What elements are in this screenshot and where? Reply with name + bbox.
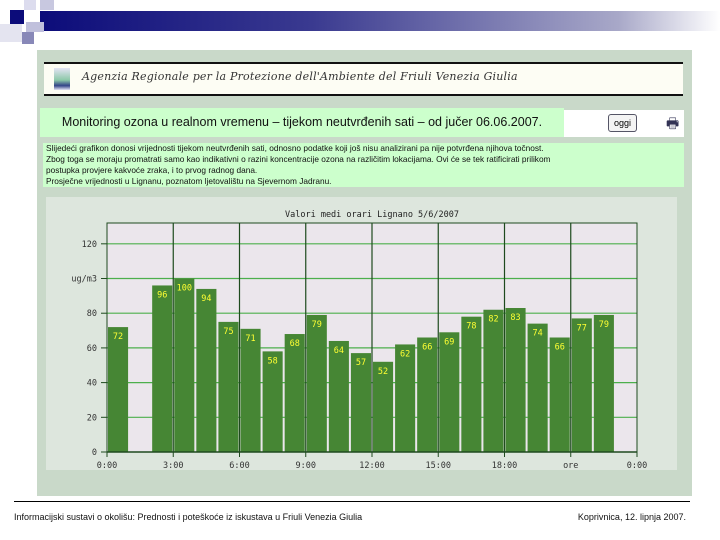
bar-value-label: 58 <box>268 356 278 366</box>
bar <box>505 308 526 452</box>
y-tick-label: 120 <box>82 240 97 250</box>
printer-icon[interactable]: 🖶 <box>666 113 679 137</box>
chart-title: Valori medi orari Lignano 5/6/2007 <box>285 210 459 220</box>
bar <box>461 316 482 452</box>
bar <box>395 344 416 452</box>
decor-square <box>24 0 36 10</box>
bar <box>108 327 129 452</box>
toolbar: oggi 🖶 <box>564 110 684 137</box>
x-tick-label: 6:00 <box>229 461 249 470</box>
bar-value-label: 69 <box>444 337 454 347</box>
x-tick-label: 0:00 <box>97 461 117 470</box>
x-tick-label: 15:00 <box>425 461 451 470</box>
title-gradient-bar <box>40 11 720 31</box>
footer-right: Koprivnica, 12. lipnja 2007. <box>577 512 686 522</box>
bar <box>439 332 460 452</box>
bar-value-label: 83 <box>510 313 520 323</box>
x-tick-label: 3:00 <box>163 461 183 470</box>
bar <box>262 351 283 452</box>
bar <box>483 309 504 452</box>
y-tick-label: 20 <box>87 413 97 423</box>
bar-value-label: 68 <box>290 339 300 349</box>
bar <box>196 288 217 452</box>
ozone-bar-chart: Valori medi orari Lignano 5/6/2007 0 20 40 6… <box>71 210 647 470</box>
bar-value-label: 57 <box>356 358 366 368</box>
bar-value-label: 77 <box>577 323 587 333</box>
bar-value-label: 96 <box>157 290 167 300</box>
y-tick-label: ug/m3 <box>71 275 97 285</box>
bar <box>549 337 570 452</box>
x-tick-label: ore <box>563 461 578 470</box>
bar <box>152 285 173 452</box>
description-line: Slijedeći grafikon donosi vrijednosti ti… <box>46 143 544 153</box>
agency-name: Agenzia Regionale per la Protezione dell… <box>82 70 518 83</box>
description-line: postupka provjere kakvoće zraka, i to pr… <box>46 165 258 175</box>
bar <box>284 334 305 452</box>
bar <box>593 314 614 452</box>
page-title: Monitoring ozona u realnom vremenu – tij… <box>40 108 564 137</box>
bar-value-label: 82 <box>488 315 498 325</box>
bar <box>571 318 592 452</box>
x-tick-label: 18:00 <box>492 461 518 470</box>
decor-square <box>40 0 54 10</box>
bar-value-label: 74 <box>533 329 543 339</box>
description-line: Zbog toga se moraju promatrati samo kao … <box>46 154 551 164</box>
decor-square <box>0 24 22 42</box>
bar-value-label: 79 <box>599 320 609 330</box>
bar <box>218 321 239 452</box>
bar-value-label: 75 <box>223 327 233 337</box>
chart-panel: Valori medi orari Lignano 5/6/2007 0 20 40 6… <box>46 197 677 470</box>
bar <box>527 323 548 452</box>
bar <box>306 314 327 452</box>
bar-value-label: 66 <box>555 343 565 353</box>
bar-value-label: 66 <box>422 343 432 353</box>
bar-value-label: 100 <box>177 284 192 294</box>
bar-value-label: 71 <box>245 334 255 344</box>
bar <box>174 278 195 452</box>
bar-value-label: 78 <box>466 322 476 332</box>
agency-header: Agenzia Regionale per la Protezione dell… <box>44 62 683 96</box>
bar <box>417 337 438 452</box>
agency-logo-icon <box>54 68 70 90</box>
bar-value-label: 64 <box>334 346 344 356</box>
bar-value-label: 94 <box>201 294 211 304</box>
bar <box>240 328 261 452</box>
decor-square <box>22 32 34 44</box>
bar-value-label: 62 <box>400 349 410 359</box>
today-button[interactable]: oggi <box>608 114 637 132</box>
y-tick-label: 60 <box>87 344 97 354</box>
description-line: Prosječne vrijednosti u Lignanu, poznato… <box>46 176 332 186</box>
bar-value-label: 72 <box>113 332 123 342</box>
bar-value-label: 52 <box>378 367 388 377</box>
x-tick-label: 12:00 <box>359 461 385 470</box>
bar-value-label: 79 <box>312 320 322 330</box>
y-tick-label: 40 <box>87 379 97 389</box>
x-tick-label: 0:00 <box>627 461 647 470</box>
x-tick-label: 9:00 <box>296 461 316 470</box>
y-tick-label: 80 <box>87 309 97 319</box>
footer-left: Informacijski sustavi o okolišu: Prednos… <box>14 512 363 522</box>
bar <box>328 340 349 452</box>
description: Slijedeći grafikon donosi vrijednosti ti… <box>43 143 684 187</box>
y-tick-label: 0 <box>92 448 97 458</box>
footer-divider <box>14 501 690 502</box>
decor-square <box>26 22 44 32</box>
decor-square <box>10 10 24 24</box>
